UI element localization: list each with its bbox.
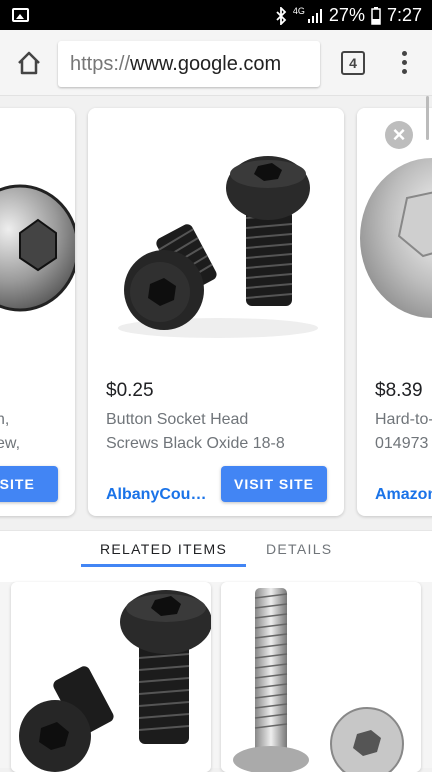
product-carousel[interactable]: n, ew, T SITE bbox=[0, 96, 432, 530]
product-title-left: n, ew, bbox=[0, 411, 21, 452]
close-button[interactable]: × bbox=[385, 121, 413, 149]
product-title-right[interactable]: Hard-to- 014973 bbox=[375, 408, 432, 456]
related-item-image bbox=[221, 582, 421, 772]
tab-details[interactable]: DETAILS bbox=[266, 541, 332, 557]
bluetooth-icon bbox=[276, 6, 287, 25]
battery-icon bbox=[371, 6, 381, 25]
signal-icon bbox=[307, 8, 322, 23]
active-tab-indicator bbox=[81, 564, 246, 567]
related-items-grid bbox=[0, 582, 432, 772]
product-price-right: $8.39 bbox=[375, 380, 423, 401]
network-type-label: 4G bbox=[292, 6, 305, 16]
status-right: 4G 27% 7:27 bbox=[275, 5, 422, 26]
home-button[interactable] bbox=[14, 48, 44, 78]
related-item-card[interactable] bbox=[221, 582, 421, 772]
browser-toolbar: https://www.google.com 4 bbox=[0, 30, 432, 96]
product-source-link[interactable]: AlbanyCou… bbox=[106, 486, 206, 504]
tab-related-items[interactable]: RELATED ITEMS bbox=[100, 541, 227, 557]
scrollbar[interactable] bbox=[426, 96, 429, 140]
related-item-image bbox=[11, 582, 211, 772]
product-card-right[interactable]: $8.39 Hard-to- 014973 Amazon bbox=[357, 108, 432, 516]
tab-bar: RELATED ITEMS DETAILS bbox=[0, 530, 432, 582]
clock: 7:27 bbox=[386, 5, 422, 25]
related-item-card[interactable] bbox=[11, 582, 211, 772]
overflow-menu-button[interactable] bbox=[394, 48, 414, 78]
tab-switcher-button[interactable]: 4 bbox=[341, 51, 365, 75]
url-host: www.google.com bbox=[130, 53, 282, 75]
product-title-center[interactable]: Button Socket Head Screws Black Oxide 18… bbox=[106, 408, 326, 456]
close-icon: × bbox=[392, 122, 406, 147]
home-icon bbox=[18, 51, 40, 75]
visit-site-button-left[interactable]: T SITE bbox=[0, 466, 58, 502]
url-scheme: https:// bbox=[70, 53, 131, 75]
product-image-left bbox=[0, 108, 75, 363]
product-card-left[interactable]: n, ew, T SITE bbox=[0, 108, 75, 516]
product-card-center[interactable]: $0.25 Button Socket Head Screws Black Ox… bbox=[88, 108, 344, 516]
battery-percent: 27% bbox=[328, 5, 365, 25]
product-image-center bbox=[88, 108, 344, 363]
product-source-link-right[interactable]: Amazon bbox=[375, 486, 432, 504]
image-notification-icon bbox=[12, 8, 29, 22]
url-field[interactable]: https://www.google.com bbox=[58, 41, 320, 87]
status-bar: 4G 27% 7:27 bbox=[0, 0, 432, 30]
product-price-center: $0.25 bbox=[106, 380, 154, 401]
visit-site-button[interactable]: VISIT SITE bbox=[221, 466, 327, 502]
